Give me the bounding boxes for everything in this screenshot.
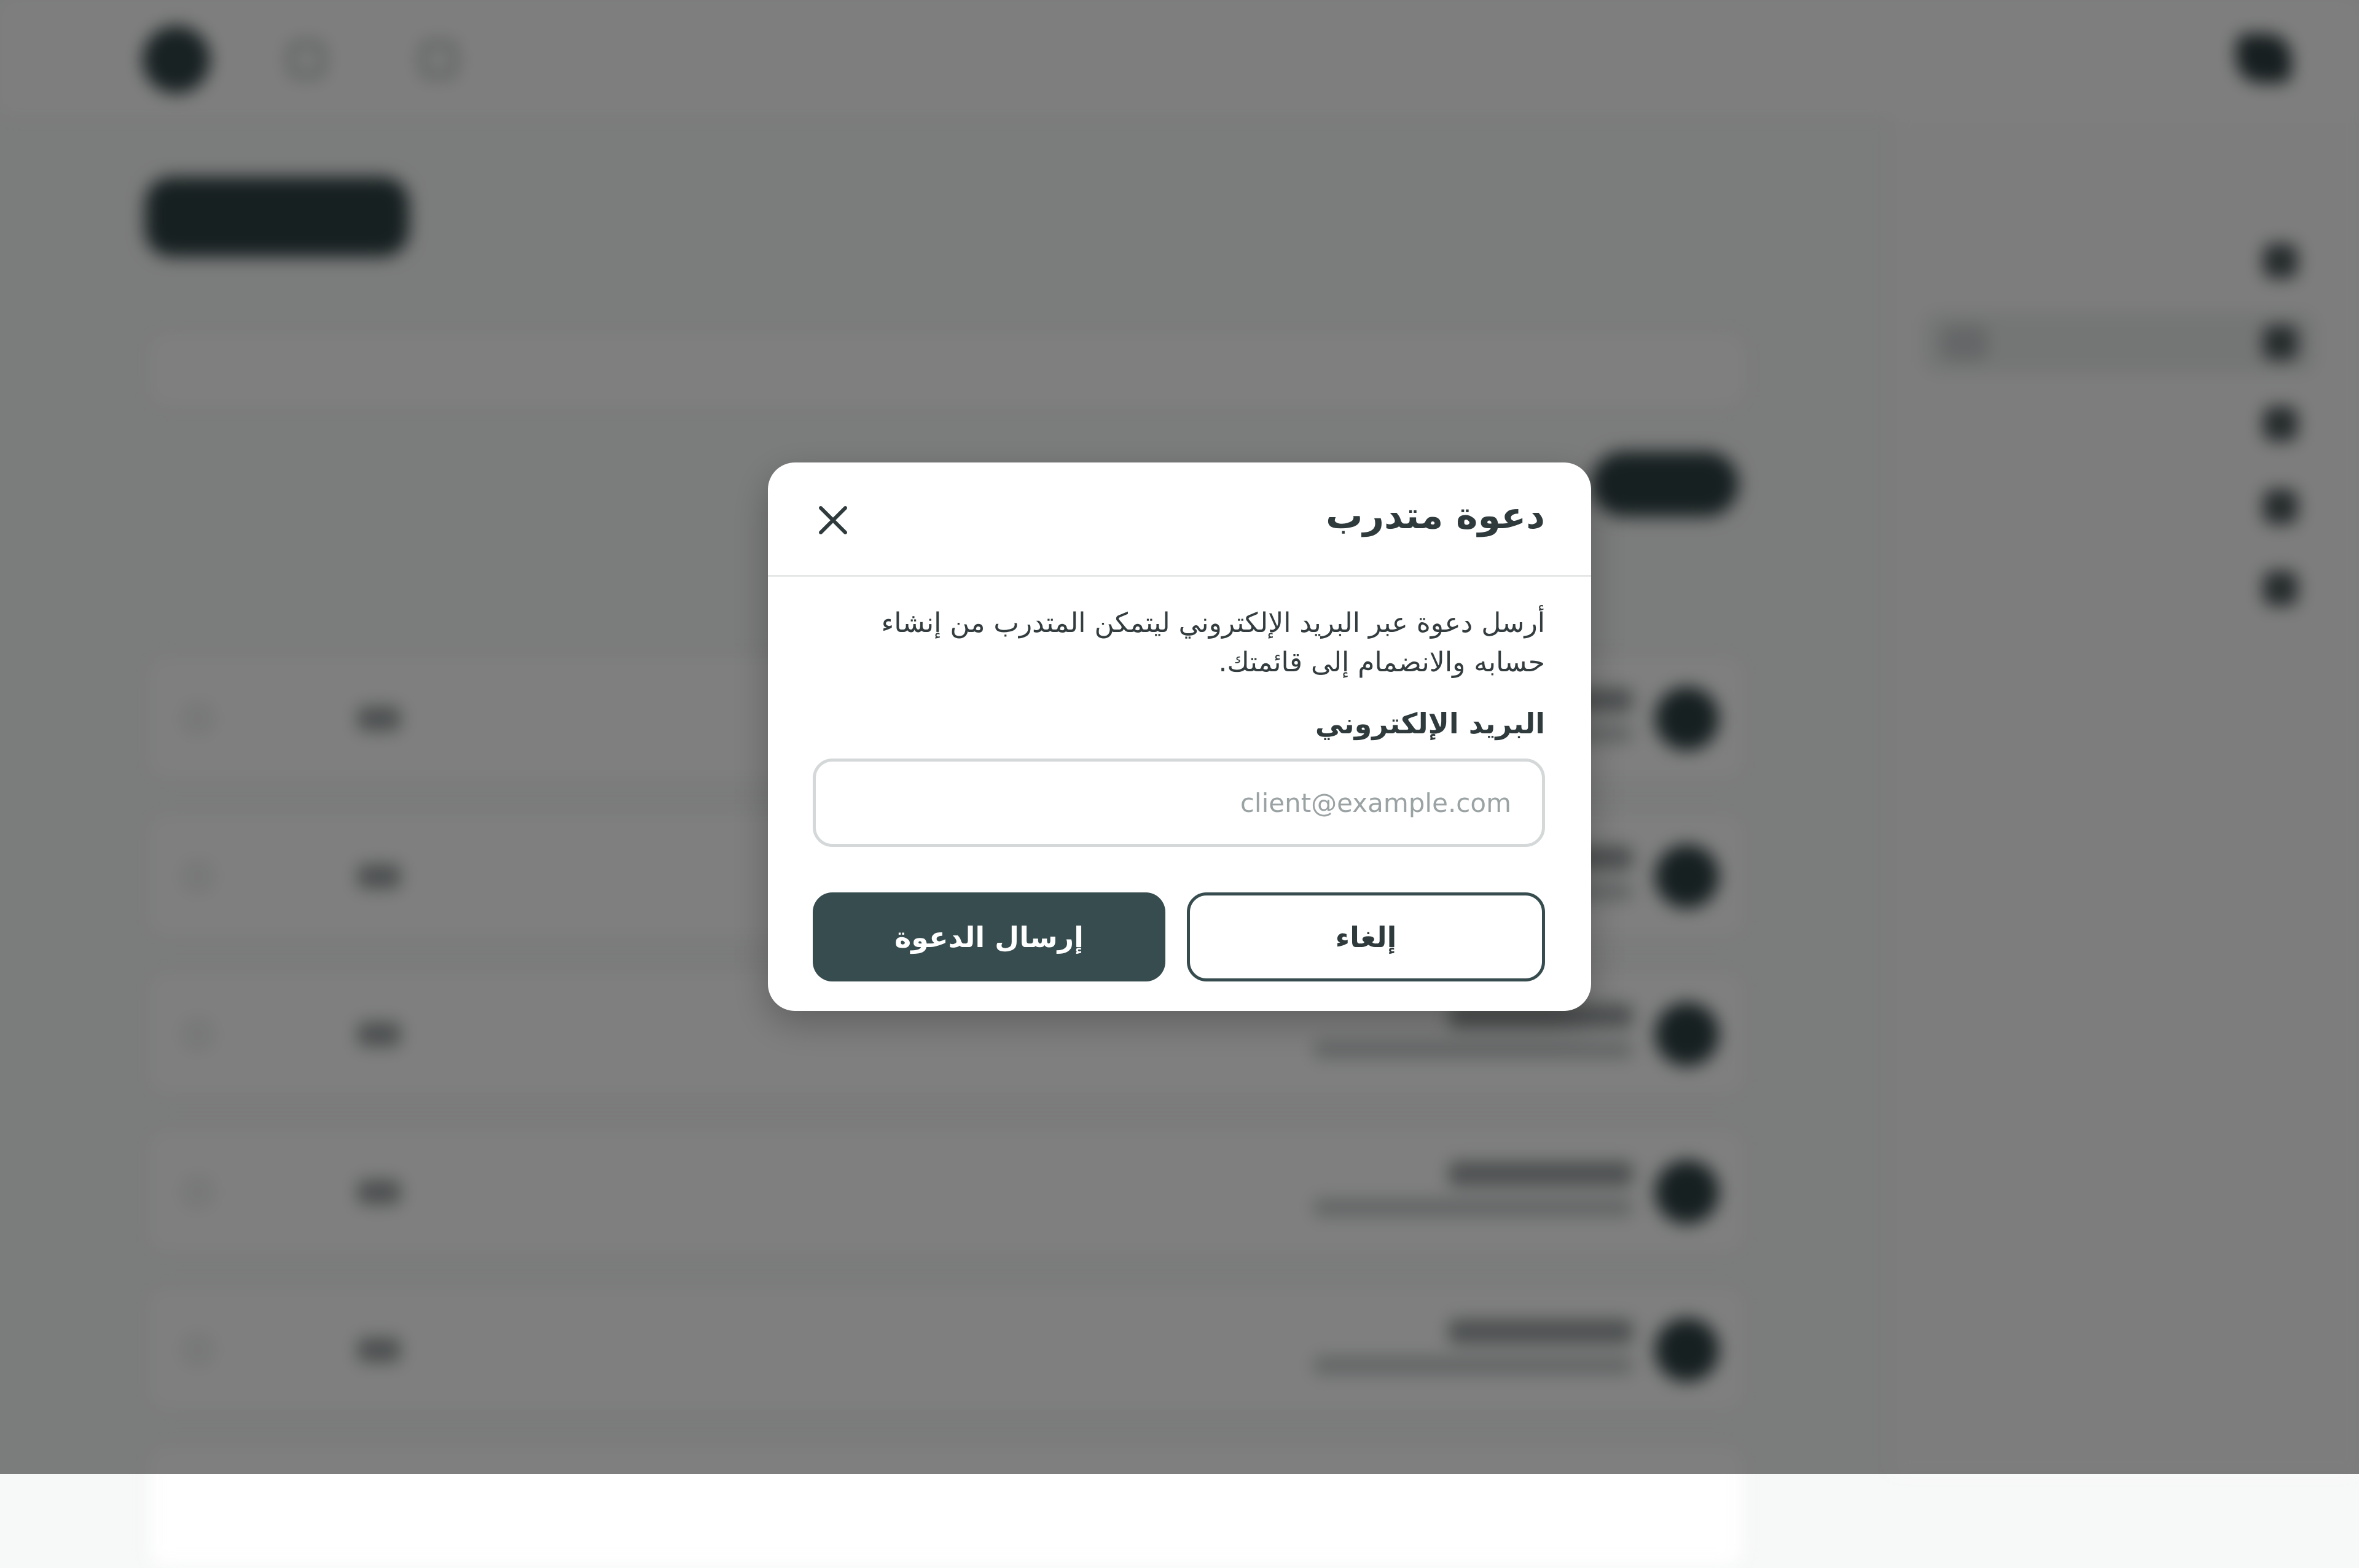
close-button[interactable] [812,499,854,541]
close-icon [819,506,847,534]
cancel-button[interactable]: إلغاء [1187,892,1545,981]
email-field[interactable] [813,759,1545,847]
send-invite-button[interactable]: إرسال الدعوة [813,892,1165,981]
invite-trainee-dialog: دعوة متدرب أرسل دعوة عبر البريد الإلكترو… [768,462,1591,1011]
dialog-header: دعوة متدرب [768,462,1591,577]
dialog-title: دعوة متدرب [1326,494,1545,537]
dialog-description: أرسل دعوة عبر البريد الإلكتروني ليتمكن ا… [881,607,1545,678]
email-label: البريد الإلكتروني [1315,707,1545,740]
